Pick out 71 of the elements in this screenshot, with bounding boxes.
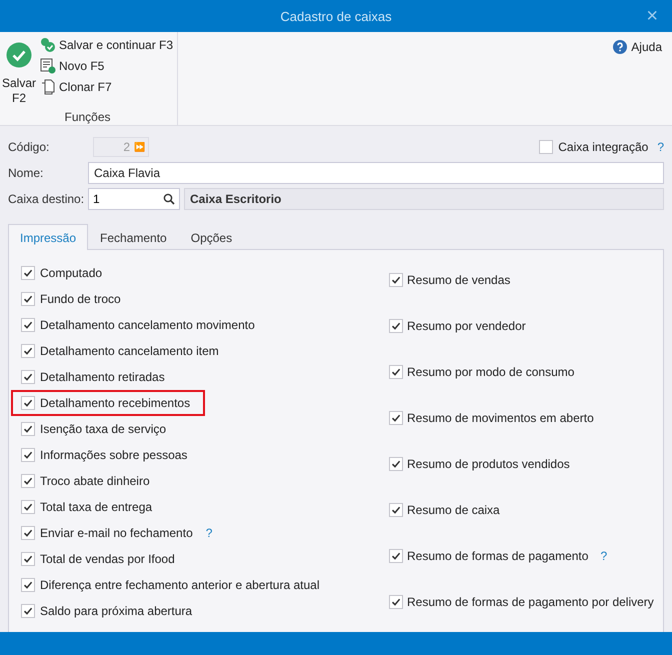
tab[interactable]: Opções (178, 224, 244, 250)
name-field[interactable]: Caixa Flavia (88, 162, 664, 184)
checkbox[interactable] (389, 411, 403, 425)
help-icon (613, 40, 628, 54)
field-label: Caixa destino: (8, 192, 86, 206)
double-check-icon (40, 37, 56, 53)
checkbox[interactable] (389, 457, 403, 471)
option-label: Detalhamento cancelamento movimento (40, 318, 255, 332)
checkbox[interactable] (21, 318, 35, 332)
option-label: Isenção taxa de serviço (40, 422, 166, 436)
checkbox[interactable] (389, 365, 403, 379)
search-icon[interactable] (163, 193, 175, 205)
save-button[interactable]: Salvar F2 (2, 36, 36, 106)
option-label: Resumo de produtos vendidos (407, 457, 570, 471)
checkbox[interactable] (21, 422, 35, 436)
destination-name: Caixa Escritorio (184, 188, 664, 210)
option-label: Resumo de formas de pagamento (407, 549, 588, 563)
checkbox[interactable] (389, 273, 403, 287)
group-label: Funções (64, 110, 111, 124)
option-label: Detalhamento recebimentos (40, 396, 190, 410)
checkbox[interactable] (21, 604, 35, 618)
checkbox-label: Caixa integração (558, 140, 648, 154)
help-mark[interactable]: ? (600, 549, 608, 563)
checkbox[interactable] (21, 266, 35, 280)
checkbox[interactable] (21, 448, 35, 462)
checkbox[interactable] (389, 549, 403, 563)
option-label: Informações sobre pessoas (40, 448, 188, 462)
checkbox[interactable] (389, 595, 403, 609)
field-label: Código: (8, 140, 50, 154)
option-label: Fundo de troco (40, 292, 121, 306)
option-label: Detalhamento retiradas (40, 370, 165, 384)
checkbox[interactable] (21, 500, 35, 514)
checkbox[interactable] (21, 370, 35, 384)
copy-icon (40, 79, 56, 95)
field-label: Nome: (8, 166, 44, 180)
option-label: Total de vendas por Ifood (40, 552, 175, 566)
ribbon-button[interactable]: Clonar F7 (40, 78, 174, 96)
checkbox[interactable] (21, 578, 35, 592)
option-label: Resumo de formas de pagamento por delivery (407, 595, 654, 609)
option-label: Detalhamento cancelamento item (40, 344, 219, 358)
option-label: Resumo de vendas (407, 273, 510, 287)
ribbon-button[interactable]: Novo F5 (40, 57, 174, 75)
help-mark[interactable]: ? (206, 526, 212, 540)
option-label: Enviar e-mail no fechamento (40, 526, 193, 540)
window-title: Cadastro de caixas (280, 8, 392, 24)
checkbox[interactable] (21, 526, 35, 540)
option-label: Resumo por vendedor (407, 319, 526, 333)
checkbox[interactable] (389, 503, 403, 517)
destination-field[interactable]: 1 (88, 188, 180, 210)
ribbon-button[interactable]: Salvar e continuar F3 (40, 36, 174, 54)
document-add-icon (40, 58, 56, 74)
option-label: Resumo de caixa (407, 503, 500, 517)
checkbox[interactable] (21, 344, 35, 358)
option-label: Diferença entre fechamento anterior e abertura atual (40, 578, 320, 592)
option-label: Troco abate dinheiro (40, 474, 150, 488)
checkbox[interactable] (389, 319, 403, 333)
tab[interactable]: Fechamento (88, 224, 179, 250)
checkbox[interactable] (21, 396, 35, 410)
option-label: Resumo por modo de consumo (407, 365, 574, 379)
checkbox[interactable] (21, 474, 35, 488)
option-label: Computado (40, 266, 102, 280)
option-label: Resumo de movimentos em aberto (407, 411, 594, 425)
option-label: Saldo para próxima abertura (40, 604, 192, 618)
check-circle-icon (6, 42, 32, 68)
option-label: Total taxa de entrega (40, 500, 152, 514)
tab[interactable]: Impressão (8, 224, 88, 250)
checkbox[interactable] (539, 140, 554, 154)
checkbox[interactable] (21, 292, 35, 306)
help-button[interactable]: Ajuda (607, 39, 668, 55)
help-mark[interactable]: ? (657, 140, 664, 154)
checkbox[interactable] (21, 552, 35, 566)
